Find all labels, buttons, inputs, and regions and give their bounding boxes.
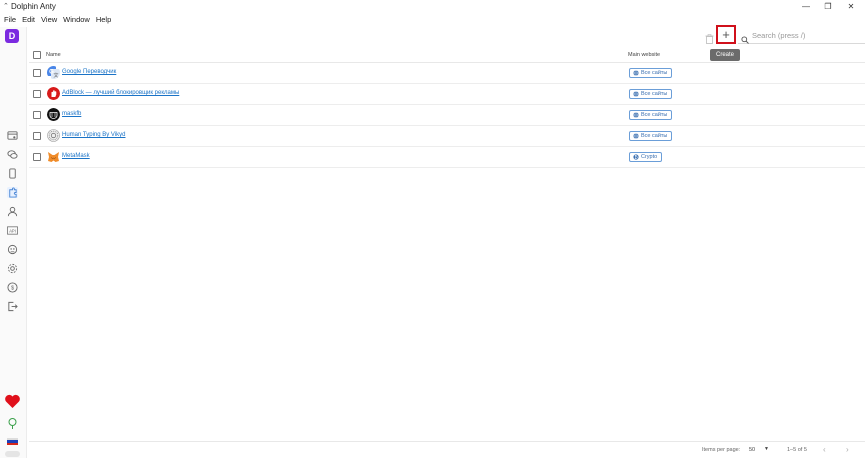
column-header-main-website[interactable]: Main website: [628, 52, 660, 58]
site-badge-label: Все сайты: [641, 70, 668, 76]
globe-icon: [633, 70, 639, 76]
menu-file[interactable]: File: [4, 14, 16, 25]
row-checkbox[interactable]: [33, 69, 41, 77]
minimize-button[interactable]: —: [800, 1, 812, 12]
window-title: Dolphin Anty: [11, 2, 56, 11]
pagination-bar: Items per page: 50 ▼ 1–5 of 5 ‹ ›: [29, 441, 865, 458]
row-checkbox[interactable]: [33, 111, 41, 119]
extension-name-link[interactable]: maskfb: [62, 111, 81, 117]
bitcoin-icon: ₿: [633, 154, 639, 160]
maximize-button[interactable]: ❐: [822, 1, 834, 12]
column-header-name[interactable]: Name: [46, 52, 61, 58]
svg-text:文: 文: [53, 72, 58, 79]
settings-icon[interactable]: [7, 263, 18, 274]
extension-name-link[interactable]: AdBlock — лучший блокировщик рекламы: [62, 90, 179, 96]
site-badge-label: Все сайты: [641, 133, 668, 139]
extensions-table: Name Main website G文 Google Переводчик В…: [29, 47, 865, 168]
adblock-icon: [47, 87, 60, 100]
create-button[interactable]: +: [716, 25, 736, 44]
title-bar: ⌃ Dolphin Anty — ❐ ✕: [0, 0, 865, 13]
heart-icon[interactable]: [4, 393, 21, 410]
table-header: Name Main website: [29, 47, 865, 63]
svg-text:$: $: [11, 286, 14, 292]
table-row[interactable]: MetaMask ₿ Crypto: [29, 147, 865, 168]
extension-name-link[interactable]: Human Typing By Vikyd: [62, 132, 125, 138]
api-icon[interactable]: API: [7, 225, 18, 236]
trash-icon[interactable]: [705, 31, 714, 44]
site-badge: Все сайты: [629, 89, 673, 99]
row-checkbox[interactable]: [33, 153, 41, 161]
lightbulb-icon[interactable]: [7, 417, 18, 430]
site-badge: ₿ Crypto: [629, 152, 663, 162]
logout-icon[interactable]: [7, 301, 18, 312]
users-icon[interactable]: [7, 206, 18, 217]
select-all-checkbox[interactable]: [33, 51, 41, 59]
menu-view[interactable]: View: [41, 14, 57, 25]
table-row[interactable]: maskfb Все сайты: [29, 105, 865, 126]
maskfb-icon: [47, 108, 60, 121]
bookmark-icon[interactable]: [7, 168, 18, 179]
robot-icon[interactable]: [7, 244, 18, 255]
search-box: [738, 28, 865, 44]
globe-icon: [633, 133, 639, 139]
row-checkbox[interactable]: [33, 90, 41, 98]
items-per-page-label: Items per page:: [702, 447, 741, 453]
extensions-icon[interactable]: [7, 187, 18, 198]
globe-icon: [633, 112, 639, 118]
dolphin-app-icon: ⌃: [3, 3, 9, 10]
table-row[interactable]: G文 Google Переводчик Все сайты: [29, 63, 865, 84]
billing-icon[interactable]: $: [7, 282, 18, 293]
extension-name-link[interactable]: Google Переводчик: [62, 69, 116, 75]
row-checkbox[interactable]: [33, 132, 41, 140]
search-input[interactable]: [752, 29, 862, 42]
sidebar: D API $: [0, 27, 27, 458]
language-flag-icon[interactable]: [7, 438, 18, 445]
site-badge: Все сайты: [629, 131, 673, 141]
menu-help[interactable]: Help: [96, 14, 111, 25]
search-icon: [741, 31, 749, 44]
table-row[interactable]: AdBlock — лучший блокировщик рекламы Все…: [29, 84, 865, 105]
site-badge-label: Crypto: [641, 154, 658, 160]
browser-profiles-icon[interactable]: [7, 130, 18, 141]
chat-icon[interactable]: [7, 149, 18, 160]
previous-page-button[interactable]: ‹: [823, 445, 826, 454]
svg-text:API: API: [9, 228, 16, 233]
pagination-range: 1–5 of 5: [787, 447, 807, 453]
next-page-button[interactable]: ›: [846, 445, 849, 454]
human-typing-icon: [47, 129, 60, 142]
close-button[interactable]: ✕: [845, 1, 857, 12]
theme-toggle[interactable]: [5, 451, 20, 457]
site-badge: Все сайты: [629, 110, 673, 120]
dolphin-logo[interactable]: D: [5, 29, 19, 43]
globe-icon: [633, 91, 639, 97]
menu-bar: File Edit View Window Help: [0, 14, 113, 25]
site-badge-label: Все сайты: [641, 91, 668, 97]
menu-edit[interactable]: Edit: [22, 14, 35, 25]
extension-name-link[interactable]: MetaMask: [62, 153, 90, 159]
chevron-down-icon[interactable]: ▼: [764, 446, 769, 452]
app-window: ⌃ Dolphin Anty — ❐ ✕ File Edit View Wind…: [0, 0, 865, 458]
menu-window[interactable]: Window: [63, 14, 90, 25]
metamask-icon: [47, 150, 60, 163]
site-badge: Все сайты: [629, 68, 673, 78]
site-badge-label: Все сайты: [641, 112, 668, 118]
table-row[interactable]: Human Typing By Vikyd Все сайты: [29, 126, 865, 147]
google-translate-icon: G文: [47, 66, 60, 79]
